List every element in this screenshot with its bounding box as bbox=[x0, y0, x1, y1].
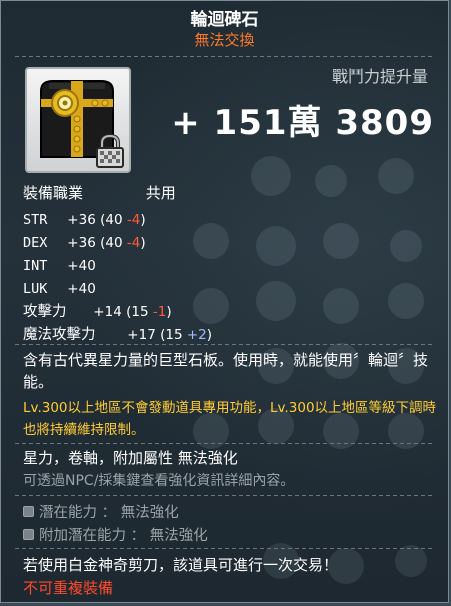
bonus-potential-row: 附加潛在能力 ： 無法強化 bbox=[23, 524, 208, 545]
job-value: 共用 bbox=[145, 184, 176, 202]
divider bbox=[15, 548, 434, 549]
stat-dex: DEX +36 (40 -4) bbox=[23, 232, 212, 255]
stat-base: (40 bbox=[100, 212, 123, 228]
stat-delta: +2 bbox=[186, 327, 207, 343]
stat-delta: -4 bbox=[126, 212, 141, 228]
job-row: 裝備職業 共用 bbox=[23, 182, 176, 203]
potential-text: 潛在能力 ： 無法強化 bbox=[39, 505, 179, 521]
stat-value: +17 bbox=[127, 327, 156, 343]
combat-power-value: + 151萬 3809 bbox=[171, 103, 434, 143]
potential-bullet-icon bbox=[23, 506, 34, 517]
stat-close: ) bbox=[166, 304, 172, 320]
bonus-potential-text: 附加潛在能力 ： 無法強化 bbox=[39, 528, 208, 544]
stat-value: +40 bbox=[67, 281, 96, 297]
stat-close: ) bbox=[206, 327, 213, 343]
stat-luk: LUK +40 bbox=[23, 278, 212, 301]
item-name: 輪迴碑石 bbox=[190, 10, 259, 30]
divider bbox=[15, 344, 434, 345]
stat-base: (40 bbox=[100, 235, 123, 251]
stat-close: ) bbox=[140, 235, 146, 251]
stat-name: STR bbox=[23, 212, 48, 228]
level-warning: Lv.300以上地區不會發動道具專用功能，Lv.300以上地區等級下調時也將持續… bbox=[23, 400, 437, 438]
stat-name: LUK bbox=[23, 281, 48, 297]
stat-base: (15 bbox=[126, 304, 149, 320]
stat-base: (15 bbox=[160, 327, 183, 343]
divider bbox=[15, 495, 434, 496]
job-label: 裝備職業 bbox=[23, 184, 84, 202]
stat-str: STR +36 (40 -4) bbox=[23, 209, 212, 232]
stat-int: INT +40 bbox=[23, 255, 212, 278]
stat-value: +40 bbox=[67, 258, 96, 274]
stats-list: STR +36 (40 -4) DEX +36 (40 -4) INT +40 … bbox=[23, 209, 212, 347]
stat-name: 攻擊力 bbox=[23, 304, 67, 320]
divider bbox=[15, 56, 434, 57]
potential-row: 潛在能力 ： 無法強化 bbox=[23, 501, 179, 522]
trade-status: 無法交換 bbox=[194, 31, 255, 49]
stat-value: +14 bbox=[93, 304, 122, 320]
stat-close: ) bbox=[140, 212, 146, 228]
stat-value: +36 bbox=[67, 212, 96, 228]
item-icon-frame bbox=[25, 67, 131, 173]
enhance-restrictions: 星力，卷軸，附加屬性 無法強化 bbox=[23, 449, 238, 467]
scissors-note: 若使用白金神奇剪刀，該道具可進行一次交易！ bbox=[23, 556, 339, 574]
npc-hint: 可透過NPC/採集鍵查看強化資訊詳細內容。 bbox=[23, 473, 295, 489]
item-description: 含有古代異星力量的巨型石板。使用時，就能使用〞輪迴〞技能。 bbox=[23, 351, 429, 391]
stat-delta: -4 bbox=[126, 235, 141, 251]
divider bbox=[15, 443, 434, 444]
stat-value: +36 bbox=[67, 235, 96, 251]
item-tooltip: 輪迴碑石 無法交換 戰鬥力提升量 + 151萬 3809 裝備職業 共用 STR… bbox=[0, 0, 449, 603]
no-reequip-note: 不可重複裝備 bbox=[23, 579, 114, 597]
stat-name: DEX bbox=[23, 235, 48, 251]
bonus-potential-bullet-icon bbox=[23, 529, 34, 540]
combat-power-label: 戰鬥力提升量 bbox=[331, 67, 428, 86]
lock-icon bbox=[96, 133, 124, 168]
stat-attack: 攻擊力 +14 (15 -1) bbox=[23, 301, 212, 324]
stat-delta: -1 bbox=[152, 304, 167, 320]
stat-name: INT bbox=[23, 258, 48, 274]
